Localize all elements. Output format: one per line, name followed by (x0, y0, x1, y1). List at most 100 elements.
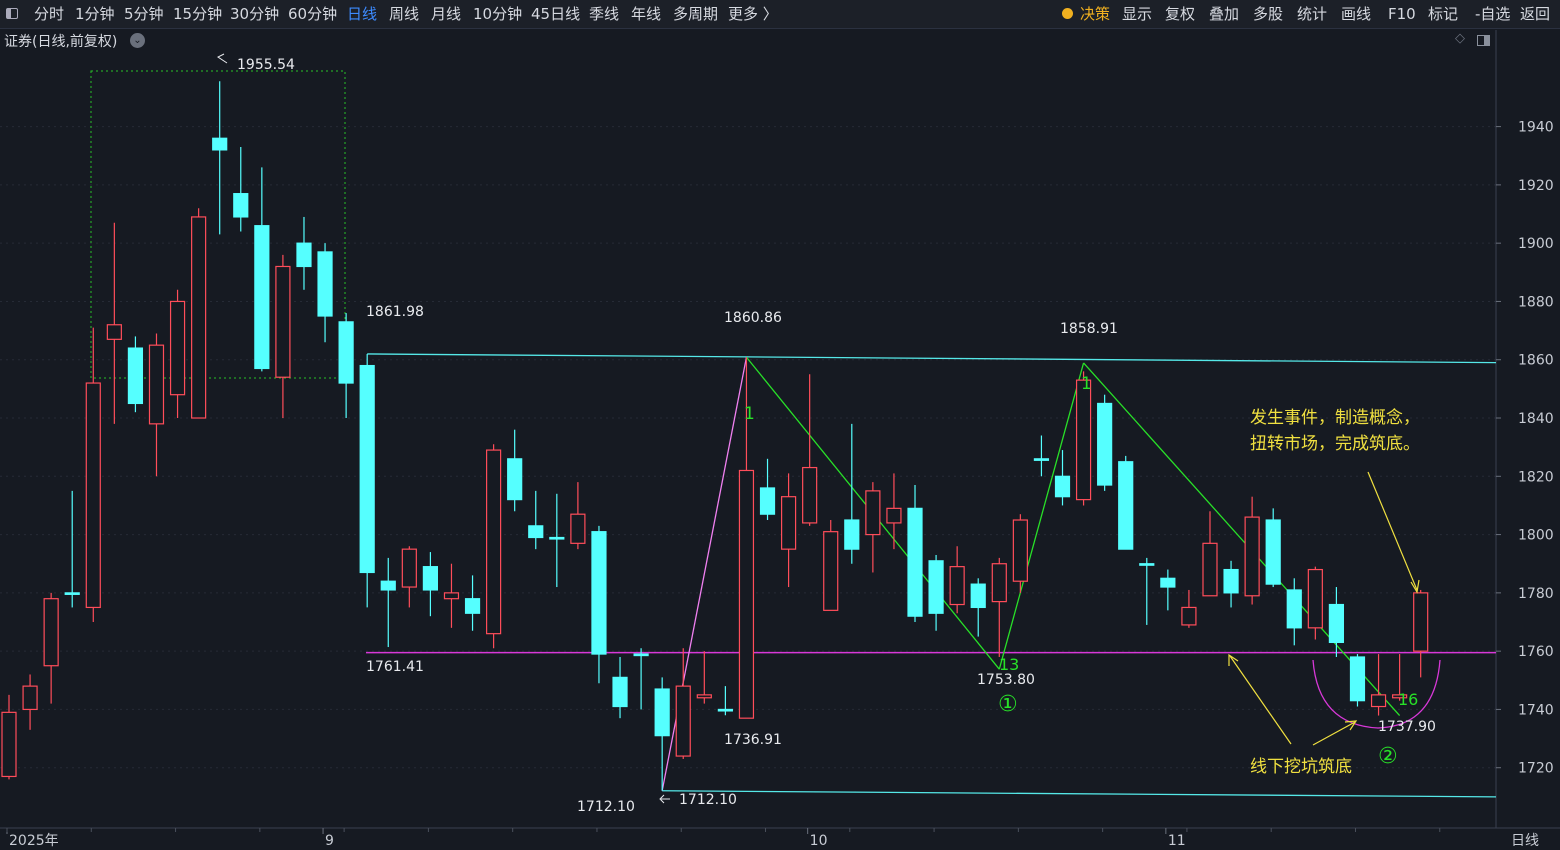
candle[interactable] (802, 374, 818, 526)
candle[interactable] (22, 674, 38, 730)
price-label: 1737.90 (1378, 719, 1436, 735)
candle-body (1202, 542, 1218, 597)
wave-count-label: 1 (744, 404, 755, 424)
candle-body (654, 688, 670, 737)
candle[interactable] (528, 490, 544, 550)
candle-body (738, 469, 755, 719)
candle-body (633, 653, 649, 657)
y-tick-label: 1760 (1518, 644, 1554, 660)
candle[interactable] (886, 473, 902, 550)
candle[interactable] (1370, 654, 1387, 716)
candle[interactable] (1181, 589, 1197, 628)
candle[interactable] (1328, 587, 1345, 657)
candle-body (1328, 603, 1345, 644)
candle[interactable] (991, 557, 1007, 657)
wave-line[interactable] (661, 357, 748, 791)
candle[interactable] (591, 525, 607, 684)
candle[interactable] (759, 458, 776, 521)
candle[interactable] (464, 575, 481, 631)
candle-body (780, 496, 797, 550)
candle[interactable] (928, 554, 944, 631)
candle[interactable] (212, 81, 228, 235)
candle[interactable] (507, 429, 523, 512)
candle[interactable] (549, 493, 565, 588)
candle[interactable] (1307, 566, 1323, 640)
candle[interactable] (191, 208, 207, 419)
candle[interactable] (296, 216, 312, 290)
candle[interactable] (169, 289, 186, 419)
candle-body (1160, 577, 1176, 588)
candle[interactable] (1223, 560, 1239, 608)
wave-line[interactable] (998, 362, 1085, 670)
candle[interactable] (970, 578, 986, 637)
candle[interactable] (570, 482, 586, 550)
candle[interactable] (1012, 514, 1028, 593)
selection-box[interactable] (90, 70, 346, 379)
candle[interactable] (401, 546, 417, 608)
candle[interactable] (148, 333, 165, 477)
period-label: 日线 (1511, 833, 1539, 849)
date-axis: 2025年 9 10 11 日线 (6, 828, 1539, 849)
candle-body (486, 449, 502, 635)
candle[interactable] (1033, 435, 1050, 477)
candle[interactable] (949, 546, 965, 614)
annotation-arrow (1312, 721, 1356, 746)
price-axis: 1720 1740 1760 1780 1800 1820 1840 1860 1880 1900… (0, 30, 1560, 829)
candle-body (338, 321, 354, 384)
candle[interactable] (127, 336, 144, 413)
candle[interactable] (1118, 455, 1134, 550)
candle[interactable] (1139, 557, 1155, 625)
candle[interactable] (422, 552, 438, 617)
candle[interactable] (106, 222, 122, 424)
candle[interactable] (317, 243, 333, 343)
lower-line[interactable] (662, 790, 1497, 798)
candle[interactable] (338, 313, 354, 419)
y-tick-label: 1900 (1518, 236, 1554, 252)
x-tick-label: 10 (810, 833, 828, 849)
resistance-line[interactable] (367, 353, 1497, 364)
candle[interactable] (1286, 578, 1302, 646)
y-tick-label: 1780 (1518, 586, 1554, 602)
candle[interactable] (254, 167, 270, 372)
candle-body (1012, 519, 1028, 582)
candle[interactable] (233, 146, 249, 232)
y-tick-label: 1740 (1518, 702, 1554, 718)
wave-count-label: 13 (999, 655, 1019, 674)
candle-body (1349, 656, 1366, 702)
candle[interactable] (907, 485, 923, 623)
candle[interactable] (654, 677, 670, 791)
candle[interactable] (85, 327, 101, 623)
candle-body (1033, 458, 1050, 461)
candle[interactable] (717, 686, 733, 716)
candle[interactable] (1, 694, 17, 780)
candle[interactable] (1413, 589, 1429, 678)
candle[interactable] (443, 563, 460, 628)
candle[interactable] (1097, 394, 1113, 491)
candle[interactable] (1160, 569, 1176, 611)
candle[interactable] (823, 520, 839, 611)
candle[interactable] (675, 648, 691, 759)
candle[interactable] (780, 473, 797, 588)
candle-body (1181, 606, 1197, 626)
candle[interactable] (865, 482, 881, 573)
y-tick-label: 1920 (1518, 178, 1554, 194)
candle[interactable] (1202, 511, 1218, 597)
candle[interactable] (696, 651, 712, 704)
candle-body (401, 548, 417, 588)
kline-chart[interactable]: 1720 1740 1760 1780 1800 1820 1840 1860 1880 1900… (0, 0, 1560, 850)
candle[interactable] (359, 353, 375, 608)
price-label: 1858.91 (1060, 321, 1118, 337)
candle[interactable] (380, 557, 396, 648)
annotation-text: 扭转市场，完成筑底。 (1250, 434, 1420, 454)
candle[interactable] (1349, 654, 1366, 707)
candle[interactable] (486, 444, 502, 649)
candle[interactable] (1244, 496, 1260, 605)
candle[interactable] (275, 254, 291, 419)
candle[interactable] (64, 490, 80, 608)
y-tick-label: 1880 (1518, 294, 1554, 310)
candle[interactable] (633, 648, 649, 710)
candle[interactable] (43, 592, 59, 704)
candle-body (612, 676, 628, 708)
candle-body (1244, 516, 1260, 597)
candle[interactable] (1265, 508, 1281, 588)
